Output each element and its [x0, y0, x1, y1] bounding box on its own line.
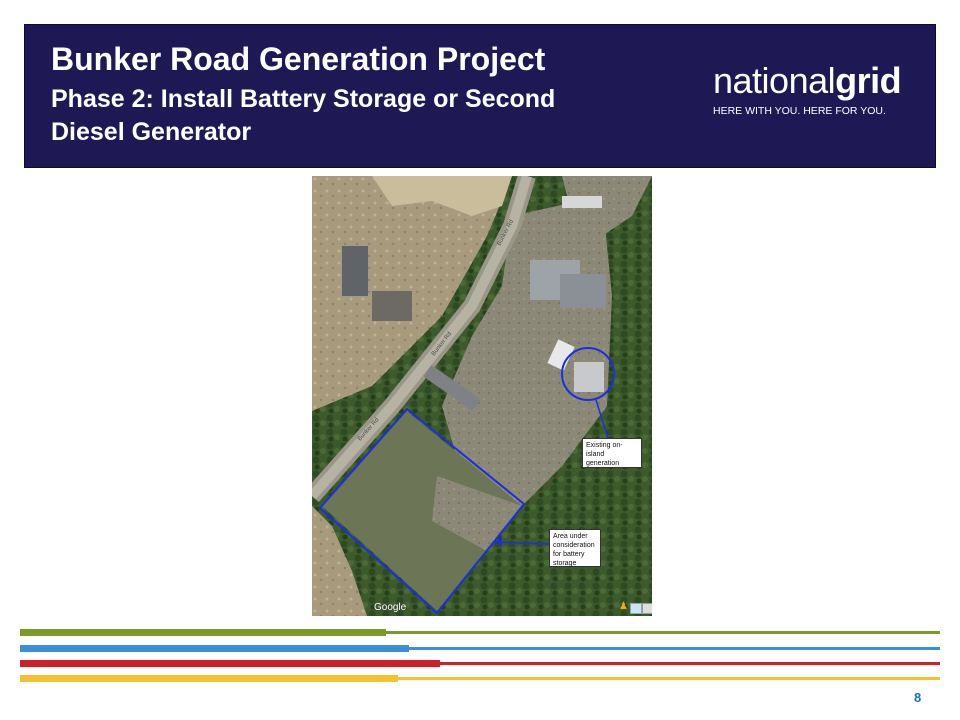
stripe-blue-thin — [409, 647, 940, 650]
google-attribution: Google — [374, 602, 407, 613]
map-layers-icon — [630, 603, 642, 614]
stripe-blue-thick — [20, 645, 409, 652]
generator-equipment — [574, 362, 604, 392]
yard-trucks — [372, 291, 412, 321]
slide-title: Bunker Road Generation Project — [51, 41, 546, 77]
pegman-icon: ♟ — [619, 601, 628, 612]
stripe-red-thick — [20, 660, 440, 667]
satellite-map: Bunker Rd Bunker Rd Bunker Rd Existing o… — [312, 176, 652, 616]
building-annex — [560, 274, 606, 308]
page-number: 8 — [914, 690, 922, 705]
stripe-yellow-thick — [20, 675, 398, 682]
stripe-red-thin — [440, 662, 940, 665]
stripe-green-thick — [20, 629, 386, 636]
satellite-imagery: Bunker Rd Bunker Rd Bunker Rd — [312, 176, 652, 616]
callout-existing-generation: Existing on-island generation — [582, 438, 642, 468]
national-grid-logo: nationalgrid HERE WITH YOU. HERE FOR YOU… — [713, 61, 923, 118]
logo-wordmark: nationalgrid — [713, 61, 923, 101]
title-banner: Bunker Road Generation Project Phase 2: … — [24, 24, 936, 168]
parking-vehicles — [342, 246, 368, 296]
logo-word-bold: grid — [835, 60, 902, 101]
callout-battery-area: Area under consideration for battery sto… — [549, 529, 601, 567]
stripe-yellow-thin — [398, 677, 940, 680]
logo-tagline: HERE WITH YOU. HERE FOR YOU. — [713, 105, 886, 117]
stripe-green-thin — [386, 631, 940, 634]
logo-word-light: national — [713, 60, 836, 101]
slide-subtitle: Phase 2: Install Battery Storage or Seco… — [51, 85, 556, 146]
parked-trailers — [562, 196, 602, 208]
map-thumbnail-icon — [642, 603, 652, 614]
